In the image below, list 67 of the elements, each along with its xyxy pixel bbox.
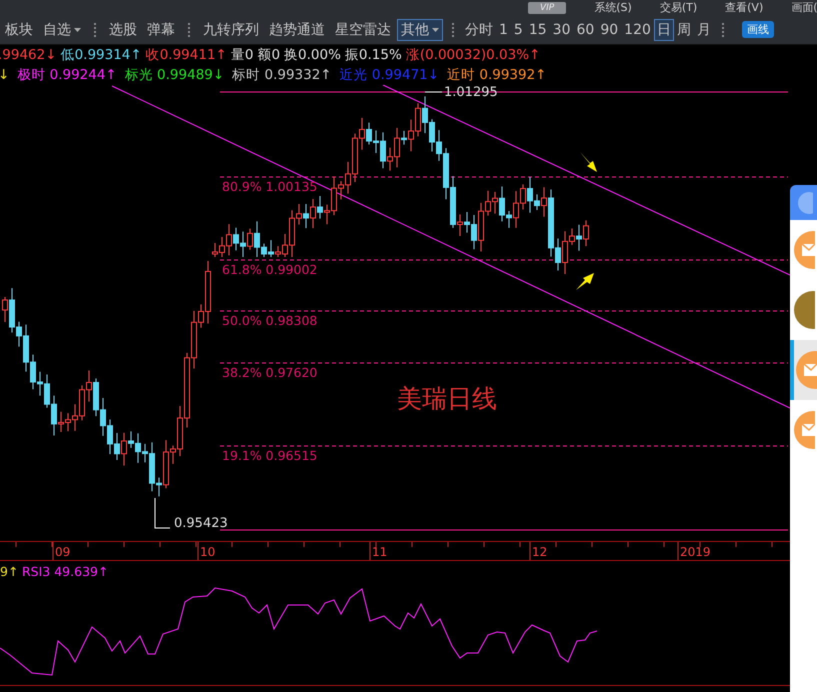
rsi-label: 9↑ — [0, 564, 18, 579]
toolbar-button[interactable]: 趋势通道 — [265, 18, 329, 40]
trend-line[interactable] — [382, 85, 790, 276]
indicator-value: 近时 0.99392↑ — [447, 66, 546, 84]
period-tab[interactable]: 周 — [674, 18, 694, 40]
period-tab[interactable]: 日 — [654, 18, 674, 40]
indicator-value: ↓ — [0, 67, 10, 83]
toolbar-button[interactable]: 九转序列 — [199, 18, 263, 40]
quote-value: 额0 — [257, 46, 280, 64]
toolbar-button[interactable]: 弹幕 — [143, 18, 179, 40]
menu-item[interactable]: 交易(T) — [660, 0, 698, 15]
leader-line — [154, 498, 170, 528]
contact-item[interactable] — [790, 280, 817, 340]
rsi-label: RSI3 49.639↑ — [22, 564, 108, 579]
toolbar-button[interactable]: 选股 — [105, 18, 141, 40]
toolbar-button[interactable]: 板块 — [1, 18, 37, 40]
arrow-icon — [576, 273, 594, 290]
period-tab[interactable]: 月 — [694, 18, 714, 40]
envelope-icon — [794, 350, 816, 390]
period-tab[interactable]: 1 — [496, 20, 511, 40]
period-tab[interactable]: 60 — [574, 20, 598, 40]
date-label: 12 — [532, 545, 548, 559]
message-item[interactable] — [790, 340, 817, 400]
date-label: 11 — [372, 545, 388, 559]
fibonacci-label: 38.2% 0.97620 — [222, 365, 318, 380]
envelope-icon — [792, 230, 814, 270]
photo-placeholder — [792, 290, 814, 330]
caret-icon — [74, 28, 81, 32]
indicator-value: 标光 0.99489↓ — [124, 66, 224, 84]
draw-line-button[interactable]: 画线 — [742, 21, 774, 38]
indicator-value: 极时 0.99244↑ — [17, 66, 117, 84]
fibonacci-label: 19.1% 0.96515 — [222, 448, 318, 463]
menu-item[interactable]: 系统(S) — [594, 0, 632, 15]
toolbar-button[interactable]: 星空雷达 — [331, 18, 395, 40]
menu-item[interactable]: 画面( — [791, 0, 817, 15]
fibonacci-label: 61.8% 0.99002 — [222, 262, 318, 277]
message-item[interactable] — [790, 220, 817, 280]
period-tab[interactable]: 15 — [526, 20, 550, 40]
trend-line[interactable] — [112, 86, 790, 408]
indicator-value: 标时 0.99332↑ — [232, 66, 332, 84]
low-price-label: 0.95423 — [174, 516, 228, 531]
quote-value: 换0.00% — [284, 46, 341, 64]
fibonacci-label: 50.0% 0.98308 — [222, 313, 318, 328]
date-label: 09 — [55, 545, 70, 559]
quote-value: 低0.99314↑ — [60, 46, 142, 64]
quote-value: 收0.99411↑ — [146, 46, 227, 64]
quote-value: 量0 — [230, 46, 254, 64]
period-tab[interactable]: 30 — [550, 20, 574, 40]
period-tab[interactable]: 5 — [510, 20, 526, 40]
toolbar-button[interactable]: 其他 — [397, 18, 443, 40]
chart-title: 美瑞日线 — [397, 384, 497, 413]
date-label: 2019 — [680, 545, 711, 559]
indicator-value: 近光 0.99471↓ — [340, 66, 440, 84]
message-item[interactable] — [790, 400, 817, 460]
quote-value: 涨(0.00032)0.03%↑ — [406, 46, 540, 64]
period-tab[interactable]: 120 — [621, 20, 654, 40]
date-label: 10 — [200, 545, 216, 559]
menu-item[interactable]: 查看(V) — [725, 0, 764, 15]
caret-icon — [432, 28, 439, 32]
panel-header-button[interactable] — [790, 185, 817, 220]
envelope-icon — [792, 410, 814, 450]
arrow-icon — [580, 152, 597, 172]
quote-value: 振0.15% — [344, 46, 402, 64]
fibonacci-label: 80.9% 1.00135 — [222, 179, 318, 194]
toolbar-button[interactable]: 自选 — [39, 18, 85, 40]
period-tab[interactable]: 分时 — [462, 18, 496, 40]
period-tab[interactable]: 90 — [597, 20, 622, 40]
